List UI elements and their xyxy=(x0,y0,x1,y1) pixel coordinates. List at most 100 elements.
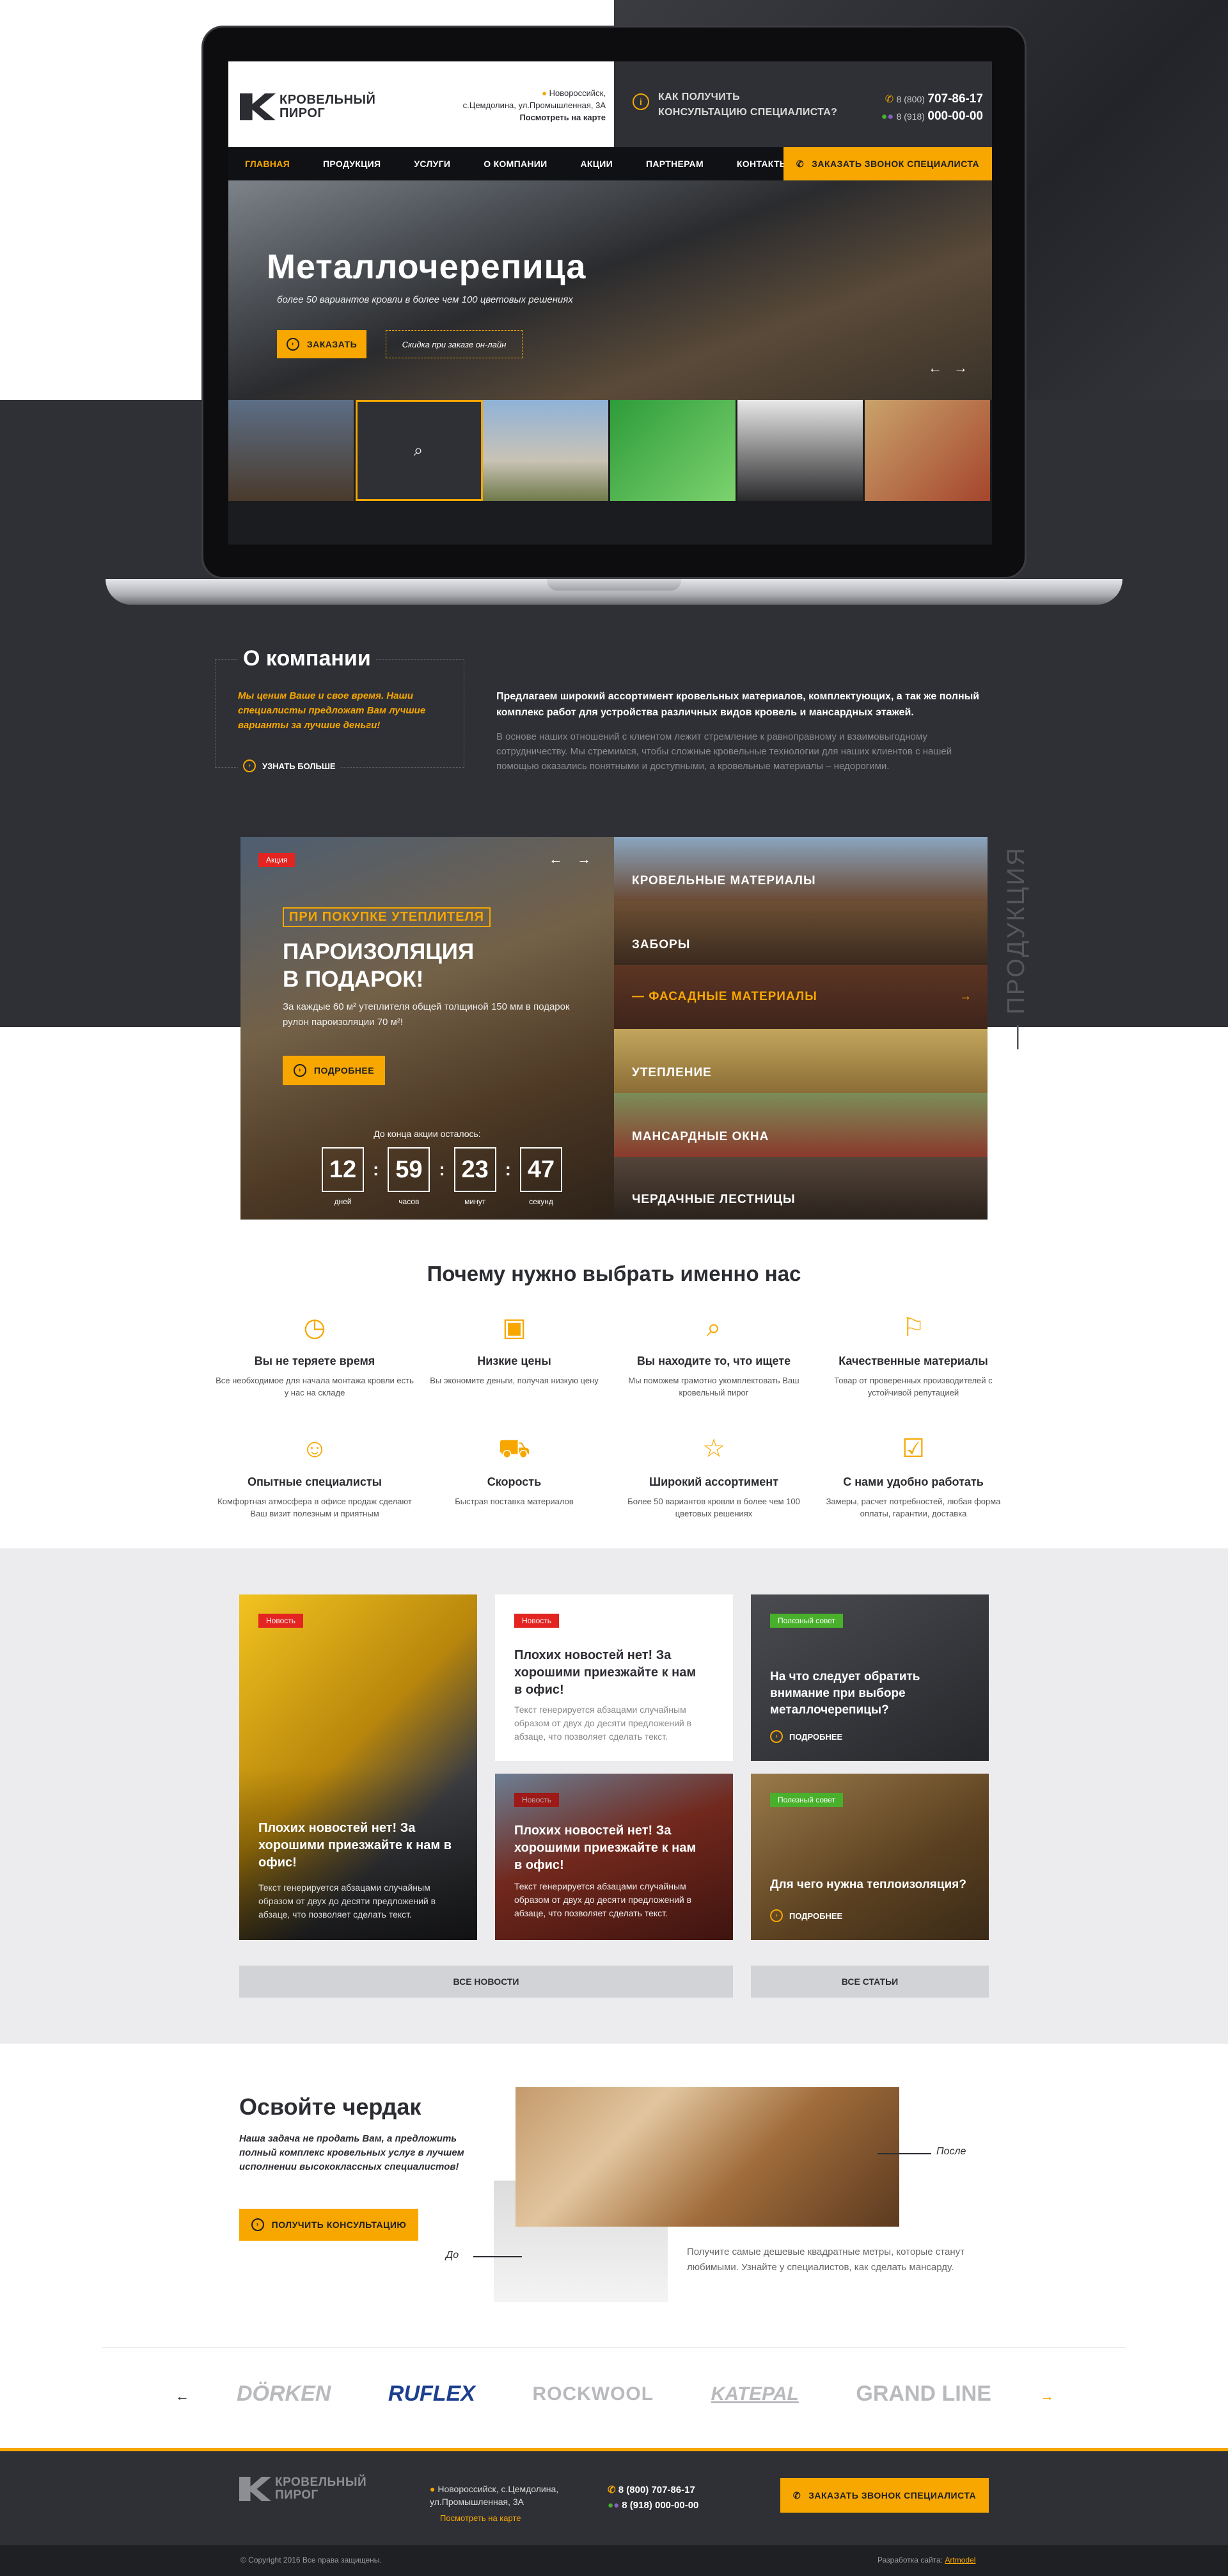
phone-icon: ✆ xyxy=(796,158,805,169)
arrow-right-icon[interactable]: → xyxy=(954,360,968,376)
tip-more-label: ПОДРОБНЕЕ xyxy=(789,1731,843,1742)
nav-item-partners[interactable]: ПАРТНЕРАМ xyxy=(629,147,720,180)
footer-map-link[interactable]: Посмотреть на карте xyxy=(430,2512,583,2525)
product-ladders[interactable]: ЧЕРДАЧНЫЕ ЛЕСТНИЦЫ xyxy=(614,1157,988,1220)
countdown-days-unit: дней xyxy=(334,1197,352,1206)
brand-logo[interactable]: KATEPAL xyxy=(711,2383,799,2405)
feature-title: Низкие цены xyxy=(477,1355,551,1367)
footer-address: Новороссийск, с.Цемдолина, ул.Промышленн… xyxy=(430,2484,559,2507)
feature-title: Качественные материалы xyxy=(838,1355,988,1367)
promo-more-button[interactable]: › ПОДРОБНЕЕ xyxy=(283,1056,385,1085)
thumb-2-active[interactable]: ⌕ xyxy=(356,400,483,501)
all-news-button[interactable]: ВСЕ НОВОСТИ xyxy=(239,1966,733,1998)
feature-desc: Мы поможем грамотно укомплектовать Ваш к… xyxy=(628,1376,799,1397)
phone-1[interactable]: ✆ 8 (800) 707-86-17 xyxy=(868,91,983,108)
arrow-circle-icon: › xyxy=(251,2218,264,2231)
product-ladders-label: ЧЕРДАЧНЫЕ ЛЕСТНИЦЫ xyxy=(632,1193,796,1206)
arrow-right-icon[interactable]: → xyxy=(577,851,591,868)
brand-logo[interactable]: ROCKWOOL xyxy=(532,2383,654,2405)
pin-icon: ● xyxy=(542,88,547,98)
thumb-3[interactable] xyxy=(483,400,610,501)
news-card-3[interactable]: Новость Плохих новостей нет! За хорошими… xyxy=(495,1774,733,1940)
countdown-minutes-value: 23 xyxy=(453,1147,496,1192)
news-card-1[interactable]: Новость Плохих новостей нет! За хорошими… xyxy=(239,1594,477,1940)
thumb-1[interactable] xyxy=(228,400,356,501)
phone1-main: 707-86-17 xyxy=(927,92,983,106)
phone-icon: ✆ xyxy=(792,2490,801,2500)
feature-desc: Вы экономите деньги, получая низкую цену xyxy=(430,1376,599,1385)
footer-phone-1[interactable]: ✆ 8 (800) 707-86-17 xyxy=(608,2483,698,2498)
brands-next-icon[interactable]: → xyxy=(1040,2388,1054,2405)
nav-item-about[interactable]: О КОМПАНИИ xyxy=(467,147,563,180)
product-insulation-label: УТЕПЛЕНИЕ xyxy=(632,1066,712,1079)
tip-card-1[interactable]: Полезный совет На что следует обратить в… xyxy=(751,1594,989,1761)
phone-2[interactable]: ●● 8 (918) 000-00-00 xyxy=(868,108,983,125)
clock-icon: ◷ xyxy=(303,1314,326,1342)
feature-search: ⌕ Вы находите то, что ищете Мы поможем гра… xyxy=(614,1308,814,1399)
logo[interactable]: КРОВЕЛЬНЫЙ ПИРОГ xyxy=(240,93,375,120)
hero-slide-image xyxy=(228,180,992,400)
thumb-6[interactable] xyxy=(865,400,992,501)
promo-title-line1: ПАРОИЗОЛЯЦИЯ xyxy=(283,939,475,964)
feature-experts: ☺ Опытные специалисты Комфортная атмосфера… xyxy=(215,1429,414,1520)
all-articles-button[interactable]: ВСЕ СТАТЬИ xyxy=(751,1966,989,1998)
thumb-4[interactable] xyxy=(610,400,737,501)
product-insulation[interactable]: УТЕПЛЕНИЕ xyxy=(614,1029,988,1093)
arrow-left-icon[interactable]: ← xyxy=(549,851,563,868)
tip-card-2[interactable]: Полезный совет Для чего нужна теплоизоля… xyxy=(751,1774,989,1940)
star-icon: ☆ xyxy=(702,1435,725,1463)
footer-logo-line1: КРОВЕЛЬНЫЙ xyxy=(275,2476,367,2489)
brand-logo[interactable]: RUFLEX xyxy=(388,2381,475,2406)
brands-prev-icon[interactable]: ← xyxy=(175,2388,189,2405)
about-more-link[interactable]: › УЗНАТЬ БОЛЬШЕ xyxy=(238,759,341,772)
address-line1: Новороссийск, xyxy=(549,88,606,98)
tip-more-link[interactable]: › ПОДРОБНЕЕ xyxy=(770,1730,842,1743)
countdown-hours-value: 59 xyxy=(388,1147,430,1192)
thumb-5[interactable] xyxy=(737,400,865,501)
news-card-2[interactable]: Новость Плохих новостей нет! За хорошими… xyxy=(495,1594,733,1761)
product-fences[interactable]: ЗАБОРЫ xyxy=(614,901,988,965)
footer-callback-button[interactable]: ✆ ЗАКАЗАТЬ ЗВОНОК СПЕЦИАЛИСТА xyxy=(780,2478,989,2513)
arrow-left-icon[interactable]: ← xyxy=(928,360,942,376)
brand-logo[interactable]: DÖRKEN xyxy=(237,2381,331,2406)
dev-link[interactable]: Artmodel xyxy=(945,2556,975,2564)
search-icon: ⌕ xyxy=(706,1314,721,1342)
dev-label: Разработка сайта: xyxy=(878,2556,943,2564)
footer-phone-2[interactable]: ●● 8 (918) 000-00-00 xyxy=(608,2498,698,2513)
consult-link[interactable]: КАК ПОЛУЧИТЬ КОНСУЛЬТАЦИЮ СПЕЦИАЛИСТА? xyxy=(658,90,837,120)
footer-logo[interactable]: КРОВЕЛЬНЫЙ ПИРОГ xyxy=(239,2476,366,2502)
flag-icon: ⚐ xyxy=(902,1314,925,1342)
wallet-icon: ▣ xyxy=(502,1314,526,1342)
product-windows[interactable]: МАНСАРДНЫЕ ОКНА xyxy=(614,1093,988,1157)
pin-icon: ● xyxy=(430,2484,436,2494)
countdown-hours-unit: часов xyxy=(398,1197,420,1206)
promo-title: ПАРОИЗОЛЯЦИЯ В ПОДАРОК! xyxy=(283,938,474,993)
map-link[interactable]: Посмотреть на карте xyxy=(439,111,606,123)
nav-item-promo[interactable]: АКЦИИ xyxy=(564,147,630,180)
feature-prices: ▣ Низкие цены Вы экономите деньги, получая… xyxy=(414,1308,614,1399)
countdown-label: До конца акции осталось: xyxy=(374,1129,481,1139)
dash-icon: — xyxy=(632,990,645,1003)
viber-icon: ● xyxy=(887,111,894,122)
consult-line1: КАК ПОЛУЧИТЬ xyxy=(658,91,740,102)
attic-consult-label: ПОЛУЧИТЬ КОНСУЛЬТАЦИЮ xyxy=(271,2220,407,2230)
feature-title: Широкий ассортимент xyxy=(649,1475,778,1488)
nav-item-services[interactable]: УСЛУГИ xyxy=(397,147,467,180)
tip-more-link[interactable]: › ПОДРОБНЕЕ xyxy=(770,1909,842,1922)
product-facade-active[interactable]: — ФАСАДНЫЕ МАТЕРИАЛЫ → xyxy=(614,965,988,1029)
hero-thumbnails: ⌕ xyxy=(228,400,992,501)
brand-logo[interactable]: GRAND LINE xyxy=(856,2381,991,2406)
countdown-days: 12 дней xyxy=(322,1147,364,1206)
news-card-text: Текст генерируется абзацами случайным об… xyxy=(514,1881,692,1918)
arrow-circle-icon: › xyxy=(243,759,256,772)
logo-text-line2: ПИРОГ xyxy=(279,106,326,120)
footer-logo-line2: ПИРОГ xyxy=(275,2488,319,2502)
attic-consult-button[interactable]: › ПОЛУЧИТЬ КОНСУЛЬТАЦИЮ xyxy=(239,2209,418,2241)
countdown-seconds: 47 секунд xyxy=(519,1147,562,1206)
tip-badge: Полезный совет xyxy=(770,1614,844,1628)
nav-item-home[interactable]: ГЛАВНАЯ xyxy=(228,147,306,180)
product-roofing[interactable]: КРОВЕЛЬНЫЕ МАТЕРИАЛЫ xyxy=(614,837,988,901)
nav-callback-button[interactable]: ✆ ЗАКАЗАТЬ ЗВОНОК СПЕЦИАЛИСТА xyxy=(783,147,992,180)
hero-order-button[interactable]: › ЗАКАЗАТЬ xyxy=(277,330,366,358)
nav-item-products[interactable]: ПРОДУКЦИЯ xyxy=(306,147,397,180)
